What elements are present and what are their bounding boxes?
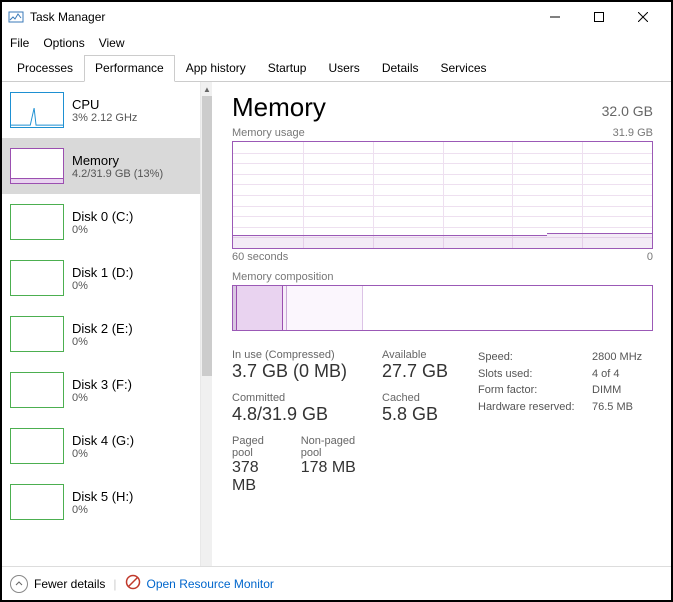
sidebar: CPU3% 2.12 GHz Memory4.2/31.9 GB (13%) D… (2, 82, 212, 566)
in-use-label: In use (Compressed) (232, 349, 372, 361)
sidebar-item-sub: 4.2/31.9 GB (13%) (72, 168, 163, 180)
tab-processes[interactable]: Processes (6, 55, 84, 82)
sidebar-item-disk2[interactable]: Disk 2 (E:)0% (2, 306, 200, 362)
memory-composition-chart[interactable] (232, 285, 653, 331)
tab-users[interactable]: Users (317, 55, 370, 82)
committed-value: 4.8/31.9 GB (232, 404, 372, 425)
sidebar-item-disk5[interactable]: Disk 5 (H:)0% (2, 474, 200, 530)
main-panel: Memory 32.0 GB Memory usage 31.9 GB 60 s… (212, 82, 671, 566)
separator: | (113, 577, 116, 591)
menu-file[interactable]: File (10, 36, 29, 50)
form-value: DIMM (592, 382, 652, 399)
sidebar-item-cpu[interactable]: CPU3% 2.12 GHz (2, 82, 200, 138)
chevron-up-icon[interactable] (10, 575, 28, 593)
usage-max: 31.9 GB (613, 127, 653, 139)
hw-label: Hardware reserved: (478, 399, 588, 416)
titlebar[interactable]: Task Manager (2, 2, 671, 32)
sidebar-item-label: Disk 2 (E:) (72, 321, 133, 336)
committed-label: Committed (232, 392, 372, 404)
sidebar-item-label: Disk 3 (F:) (72, 377, 132, 392)
disk-thumb (10, 484, 64, 520)
app-icon (8, 9, 24, 25)
tab-performance[interactable]: Performance (84, 55, 175, 82)
form-label: Form factor: (478, 382, 588, 399)
menubar: File Options View (2, 32, 671, 54)
maximize-button[interactable] (577, 3, 621, 31)
x-axis-right: 0 (647, 251, 653, 263)
paged-value: 378 MB (232, 459, 283, 495)
speed-value: 2800 MHz (592, 349, 652, 366)
sidebar-item-sub: 3% 2.12 GHz (72, 112, 137, 124)
fewer-details-link[interactable]: Fewer details (34, 577, 105, 591)
disk-thumb (10, 428, 64, 464)
capacity-value: 32.0 GB (602, 103, 653, 119)
sidebar-item-label: CPU (72, 97, 137, 112)
sidebar-scrollbar[interactable]: ▲ (200, 82, 212, 566)
sidebar-item-sub: 0% (72, 336, 133, 348)
scroll-up-icon[interactable]: ▲ (201, 82, 213, 96)
sidebar-item-label: Disk 5 (H:) (72, 489, 133, 504)
footer: Fewer details | Open Resource Monitor (2, 566, 671, 600)
open-resource-monitor-link[interactable]: Open Resource Monitor (147, 577, 274, 591)
memory-thumb (10, 148, 64, 184)
disk-thumb (10, 372, 64, 408)
tab-details[interactable]: Details (371, 55, 430, 82)
available-label: Available (382, 349, 462, 361)
menu-view[interactable]: View (99, 36, 125, 50)
close-button[interactable] (621, 3, 665, 31)
composition-label: Memory composition (232, 271, 653, 283)
nonpaged-label: Non-paged pool (301, 435, 372, 459)
disk-thumb (10, 316, 64, 352)
cached-value: 5.8 GB (382, 404, 462, 425)
available-value: 27.7 GB (382, 361, 462, 382)
minimize-button[interactable] (533, 3, 577, 31)
usage-label: Memory usage (232, 127, 305, 139)
hw-value: 76.5 MB (592, 399, 652, 416)
speed-label: Speed: (478, 349, 588, 366)
tab-startup[interactable]: Startup (257, 55, 318, 82)
sidebar-item-sub: 0% (72, 448, 134, 460)
sidebar-item-label: Disk 1 (D:) (72, 265, 133, 280)
cpu-thumb (10, 92, 64, 128)
scroll-thumb[interactable] (202, 96, 212, 376)
tab-services[interactable]: Services (430, 55, 498, 82)
in-use-value: 3.7 GB (0 MB) (232, 361, 372, 382)
sidebar-item-sub: 0% (72, 224, 133, 236)
resource-monitor-icon[interactable] (125, 574, 141, 593)
sidebar-item-disk1[interactable]: Disk 1 (D:)0% (2, 250, 200, 306)
menu-options[interactable]: Options (43, 36, 84, 50)
page-title: Memory (232, 92, 326, 123)
sidebar-item-label: Memory (72, 153, 163, 168)
paged-label: Paged pool (232, 435, 283, 459)
nonpaged-value: 178 MB (301, 459, 372, 477)
tabs: Processes Performance App history Startu… (2, 54, 671, 82)
sidebar-item-disk0[interactable]: Disk 0 (C:)0% (2, 194, 200, 250)
x-axis-left: 60 seconds (232, 251, 288, 263)
disk-thumb (10, 260, 64, 296)
tab-app-history[interactable]: App history (175, 55, 257, 82)
sidebar-item-sub: 0% (72, 280, 133, 292)
sidebar-item-disk3[interactable]: Disk 3 (F:)0% (2, 362, 200, 418)
slots-label: Slots used: (478, 366, 588, 383)
sidebar-item-sub: 0% (72, 504, 133, 516)
memory-usage-chart[interactable] (232, 141, 653, 249)
sidebar-item-disk4[interactable]: Disk 4 (G:)0% (2, 418, 200, 474)
sidebar-item-label: Disk 0 (C:) (72, 209, 133, 224)
cached-label: Cached (382, 392, 462, 404)
sidebar-item-memory[interactable]: Memory4.2/31.9 GB (13%) (2, 138, 200, 194)
slots-value: 4 of 4 (592, 366, 652, 383)
sidebar-item-label: Disk 4 (G:) (72, 433, 134, 448)
disk-thumb (10, 204, 64, 240)
sidebar-item-sub: 0% (72, 392, 132, 404)
window-title: Task Manager (30, 10, 533, 24)
